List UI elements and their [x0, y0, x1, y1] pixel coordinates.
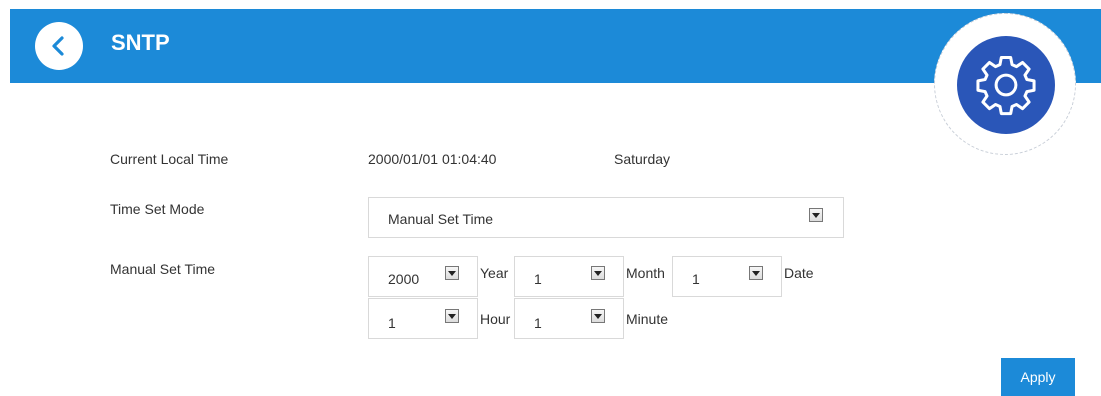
- chevron-down-icon: [445, 266, 459, 280]
- chevron-down-icon: [591, 309, 605, 323]
- month-value: 1: [534, 271, 542, 287]
- apply-button[interactable]: Apply: [1001, 358, 1075, 396]
- minute-unit-label: Minute: [626, 311, 669, 327]
- current-local-time-label: Current Local Time: [110, 151, 229, 167]
- hour-value: 1: [388, 315, 396, 331]
- year-unit-label: Year: [480, 265, 509, 281]
- current-weekday-value: Saturday: [614, 151, 671, 167]
- back-button[interactable]: [35, 22, 83, 70]
- date-value: 1: [692, 271, 700, 287]
- hour-select[interactable]: 1: [368, 298, 478, 339]
- current-local-time-value: 2000/01/01 01:04:40: [368, 151, 497, 167]
- chevron-down-icon: [749, 266, 763, 280]
- date-select[interactable]: 1: [672, 256, 782, 297]
- chevron-down-icon: [445, 309, 459, 323]
- chevron-down-icon: [591, 266, 605, 280]
- year-select[interactable]: 2000: [368, 256, 478, 297]
- hour-unit-label: Hour: [480, 311, 511, 327]
- chevron-down-icon: [809, 208, 823, 222]
- gear-icon: [976, 55, 1036, 116]
- chevron-left-icon: [52, 36, 64, 56]
- month-select[interactable]: 1: [514, 256, 624, 297]
- month-unit-label: Month: [626, 265, 665, 281]
- minute-select[interactable]: 1: [514, 298, 624, 339]
- manual-set-time-label: Manual Set Time: [110, 261, 216, 277]
- page-title: SNTP: [111, 30, 170, 55]
- time-set-mode-label: Time Set Mode: [110, 201, 205, 217]
- time-set-mode-select[interactable]: Manual Set Time: [368, 197, 844, 238]
- date-unit-label: Date: [784, 265, 814, 281]
- settings-badge-circle: [957, 36, 1055, 134]
- minute-value: 1: [534, 315, 542, 331]
- settings-badge: [934, 13, 1076, 155]
- year-value: 2000: [388, 271, 420, 287]
- time-set-mode-selected: Manual Set Time: [388, 211, 494, 227]
